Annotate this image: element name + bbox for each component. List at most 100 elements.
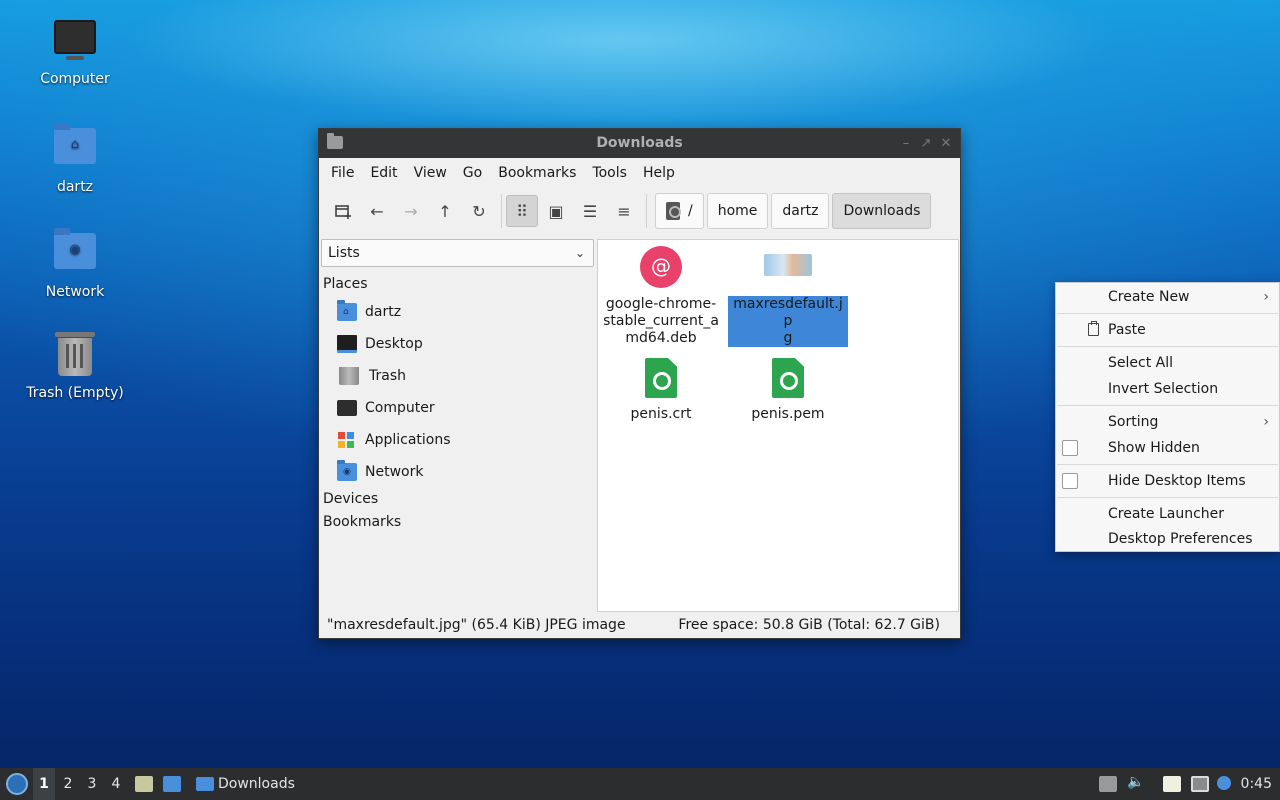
reload-button[interactable]: ↻ bbox=[463, 195, 495, 227]
menu-item-create-launcher[interactable]: Create Launcher bbox=[1056, 501, 1279, 527]
bookmarks-header[interactable]: Bookmarks bbox=[321, 511, 595, 534]
menu-edit[interactable]: Edit bbox=[362, 158, 405, 188]
side-pane-mode-value: Lists bbox=[328, 245, 360, 261]
workspace-4[interactable]: 4 bbox=[105, 768, 127, 800]
file-manager-launcher-icon[interactable] bbox=[135, 776, 153, 792]
place-computer[interactable]: Computer bbox=[321, 392, 595, 424]
network-folder-icon: ◉ bbox=[337, 460, 357, 481]
forward-button[interactable]: → bbox=[395, 195, 427, 227]
chevron-right-icon: › bbox=[1263, 289, 1269, 305]
computer-icon bbox=[337, 400, 357, 416]
image-icon: ▣ bbox=[548, 201, 564, 221]
place-applications[interactable]: Applications bbox=[321, 424, 595, 456]
menu-item-show-hidden[interactable]: Show Hidden bbox=[1056, 435, 1279, 461]
file-view[interactable]: google-chrome- stable_current_a md64.deb… bbox=[597, 239, 959, 612]
detailed-view-button[interactable]: ≡ bbox=[608, 195, 640, 227]
clock[interactable]: 0:45 bbox=[1241, 768, 1272, 800]
maximize-button[interactable]: ↗ bbox=[916, 129, 936, 158]
update-notification-icon[interactable] bbox=[1217, 776, 1231, 790]
back-button[interactable]: ← bbox=[361, 195, 393, 227]
menu-tools[interactable]: Tools bbox=[584, 158, 635, 188]
menu-separator bbox=[1057, 464, 1278, 465]
desktop-context-menu: Create New › Paste Select All Invert Sel… bbox=[1055, 282, 1280, 552]
toolbar-separator bbox=[501, 194, 502, 228]
place-dartz[interactable]: ⌂ dartz bbox=[321, 296, 595, 328]
network-status-icon[interactable] bbox=[1191, 776, 1209, 792]
compact-view-button[interactable]: ☰ bbox=[574, 195, 606, 227]
file-item[interactable]: penis.crt bbox=[600, 356, 722, 423]
menu-help[interactable]: Help bbox=[635, 158, 683, 188]
breadcrumb-label: Downloads bbox=[843, 203, 921, 219]
menu-item-label: Invert Selection bbox=[1108, 381, 1219, 397]
hide-desktop-items-checkbox[interactable] bbox=[1062, 473, 1078, 489]
new-tab-icon bbox=[335, 205, 351, 219]
trash-icon bbox=[339, 367, 359, 385]
menu-view[interactable]: View bbox=[406, 158, 455, 188]
menubar: File Edit View Go Bookmarks Tools Help bbox=[319, 158, 960, 188]
window-titlebar[interactable]: Downloads – ↗ ✕ bbox=[319, 129, 960, 158]
place-trash[interactable]: Trash bbox=[321, 360, 595, 392]
breadcrumb-home[interactable]: home bbox=[706, 193, 769, 229]
breadcrumb-label: / bbox=[688, 203, 693, 219]
forward-arrow-icon: → bbox=[404, 201, 418, 221]
breadcrumb-label: dartz bbox=[782, 203, 819, 219]
menu-item-sorting[interactable]: Sorting › bbox=[1056, 409, 1279, 435]
place-network[interactable]: ◉ Network bbox=[321, 456, 595, 488]
menu-item-create-new[interactable]: Create New › bbox=[1056, 284, 1279, 310]
new-tab-button[interactable] bbox=[327, 195, 359, 227]
file-item-selected[interactable]: maxresdefault.jp g bbox=[727, 240, 849, 347]
workspace-2[interactable]: 2 bbox=[57, 768, 79, 800]
workspace-3[interactable]: 3 bbox=[81, 768, 103, 800]
minimize-button[interactable]: – bbox=[896, 129, 916, 158]
eject-icon[interactable] bbox=[1099, 776, 1117, 792]
file-item[interactable]: google-chrome- stable_current_a md64.deb bbox=[600, 240, 722, 347]
place-label: Desktop bbox=[365, 336, 423, 352]
icon-view-button[interactable]: ⠿ bbox=[506, 195, 538, 227]
clipboard-icon[interactable] bbox=[1163, 776, 1181, 792]
taskbar-task-downloads[interactable]: Downloads bbox=[192, 768, 295, 800]
file-name: maxresdefault.jp g bbox=[728, 296, 848, 347]
breadcrumb: / home dartz Downloads bbox=[655, 193, 934, 229]
thumbnail-view-button[interactable]: ▣ bbox=[540, 195, 572, 227]
breadcrumb-root[interactable]: / bbox=[655, 193, 704, 229]
start-menu-button[interactable] bbox=[6, 773, 28, 795]
menu-separator bbox=[1057, 346, 1278, 347]
devices-header[interactable]: Devices bbox=[321, 488, 595, 511]
desktop-icon-label: Computer bbox=[40, 71, 110, 87]
desktop-icon-network[interactable]: ◉ Network bbox=[20, 227, 130, 301]
menu-item-select-all[interactable]: Select All bbox=[1056, 350, 1279, 376]
chevron-right-icon: › bbox=[1263, 414, 1269, 430]
menu-item-label: Paste bbox=[1108, 322, 1146, 338]
desktop-icon-computer[interactable]: Computer bbox=[20, 16, 130, 88]
places-header[interactable]: Places bbox=[321, 273, 595, 296]
side-pane: Lists ⌄ Places ⌂ dartz Desktop Trash Comp… bbox=[321, 239, 595, 612]
breadcrumb-dartz[interactable]: dartz bbox=[771, 193, 830, 229]
home-folder-icon: ⌂ bbox=[53, 123, 97, 172]
file-item[interactable]: penis.pem bbox=[727, 356, 849, 423]
breadcrumb-label: home bbox=[717, 203, 758, 219]
desktop-icon-home[interactable]: ⌂ dartz bbox=[20, 122, 130, 196]
menu-go[interactable]: Go bbox=[455, 158, 490, 188]
up-button[interactable]: ↑ bbox=[429, 195, 461, 227]
desktop-icon-trash[interactable]: Trash (Empty) bbox=[20, 330, 130, 402]
volume-icon[interactable]: 🔈 bbox=[1127, 774, 1145, 790]
menu-item-desktop-preferences[interactable]: Desktop Preferences bbox=[1056, 526, 1279, 552]
place-label: Network bbox=[365, 464, 424, 480]
menu-item-invert-selection[interactable]: Invert Selection bbox=[1056, 376, 1279, 402]
menu-file[interactable]: File bbox=[323, 158, 362, 188]
close-button[interactable]: ✕ bbox=[936, 129, 956, 158]
desktop-icon-label: Network bbox=[45, 284, 105, 300]
toolbar-separator bbox=[646, 194, 647, 228]
show-hidden-checkbox[interactable] bbox=[1062, 440, 1078, 456]
workspace-1[interactable]: 1 bbox=[33, 768, 55, 800]
show-desktop-icon[interactable] bbox=[163, 776, 181, 792]
breadcrumb-downloads[interactable]: Downloads bbox=[832, 193, 932, 229]
menu-item-hide-desktop-items[interactable]: Hide Desktop Items bbox=[1056, 468, 1279, 494]
back-arrow-icon: ← bbox=[370, 201, 384, 221]
menu-bookmarks[interactable]: Bookmarks bbox=[490, 158, 584, 188]
side-pane-mode-select[interactable]: Lists ⌄ bbox=[321, 239, 594, 267]
menu-item-label: Show Hidden bbox=[1108, 440, 1200, 456]
menu-item-paste[interactable]: Paste bbox=[1056, 317, 1279, 343]
debian-package-icon bbox=[640, 246, 682, 288]
place-desktop[interactable]: Desktop bbox=[321, 328, 595, 360]
